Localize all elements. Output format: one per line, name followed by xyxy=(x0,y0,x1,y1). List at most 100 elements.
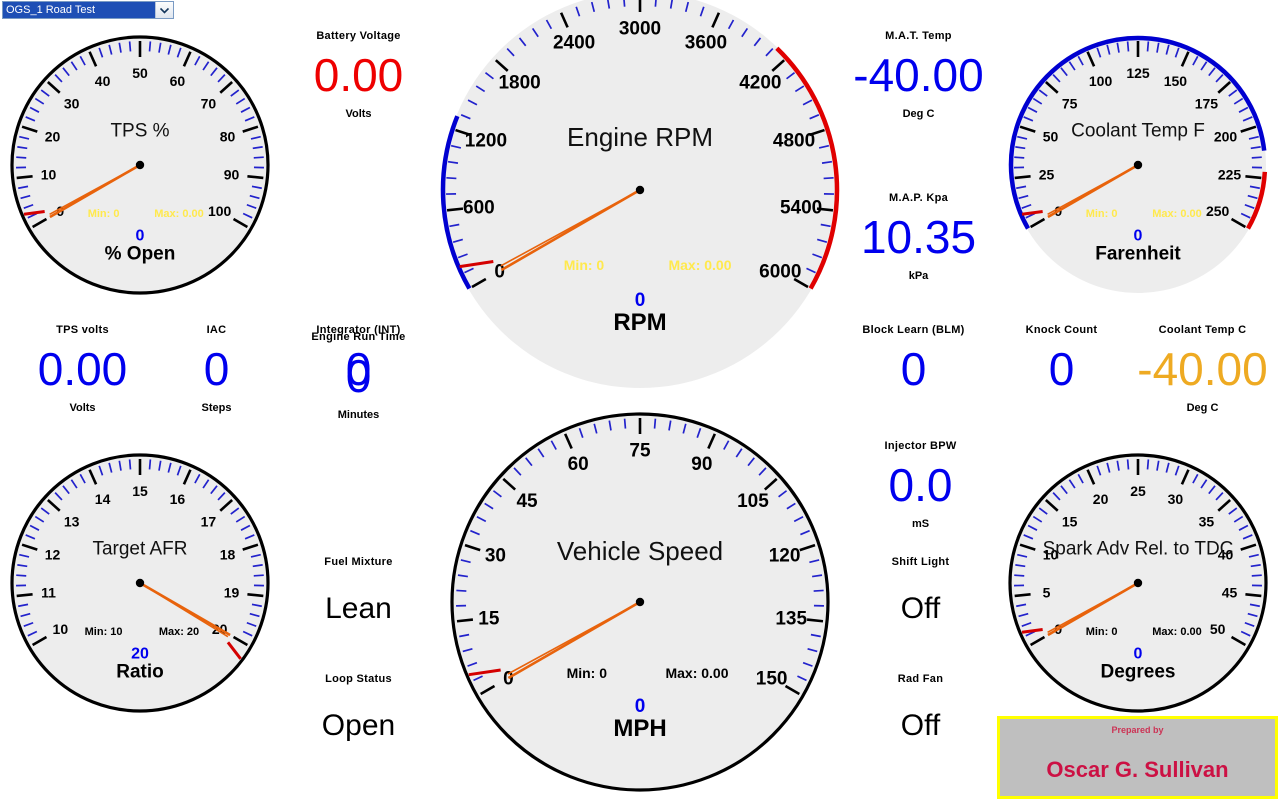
svg-text:0: 0 xyxy=(1134,227,1143,244)
svg-text:150: 150 xyxy=(756,669,788,690)
svg-text:Min: 0: Min: 0 xyxy=(564,257,605,273)
svg-text:50: 50 xyxy=(1043,128,1059,144)
readout-value-coolant-temp-c: -40.00 xyxy=(1137,343,1268,395)
readout-unit-injector-bpw: mS xyxy=(911,518,930,530)
readout-value-knock-count: 0 xyxy=(1048,343,1075,395)
svg-text:175: 175 xyxy=(1195,95,1219,111)
gauge-vehicle-speed: 0 15 30 45 60 75 90 105 120 135 150 Vehicle Speed Mi… xyxy=(442,404,838,800)
svg-text:25: 25 xyxy=(1039,167,1055,183)
readout-label-knock-count: Knock Count xyxy=(1025,324,1098,336)
svg-text:600: 600 xyxy=(463,198,495,219)
readout-label-map-kpa: M.A.P. Kpa xyxy=(888,192,949,204)
gauge-target-afr: 10 11 12 13 14 15 16 17 18 19 20 Target AFR Min: 10 M… xyxy=(2,445,278,721)
svg-text:1200: 1200 xyxy=(465,131,507,152)
readout-fuel-mixture: Fuel Mixture Lean xyxy=(291,556,426,624)
gauge-tps-percent: 0 10 20 30 40 50 60 70 80 90 100 TPS % Min: 0 Max: 0.… xyxy=(2,27,278,303)
svg-text:Ratio: Ratio xyxy=(116,661,164,682)
svg-text:15: 15 xyxy=(1062,513,1078,529)
svg-text:Vehicle Speed: Vehicle Speed xyxy=(557,536,723,566)
gauge-coolant-temp-f: 0 25 50 75 100 125 150 175 200 225 250 Coolant Temp… xyxy=(1000,27,1276,303)
test-selector-value[interactable]: OGS_1 Road Test xyxy=(3,2,155,18)
svg-text:20: 20 xyxy=(45,128,61,144)
svg-text:30: 30 xyxy=(1168,491,1184,507)
readout-value-battery-voltage: 0.00 xyxy=(313,49,404,101)
readout-label-mat-temp: M.A.T. Temp xyxy=(885,30,952,42)
svg-text:17: 17 xyxy=(201,513,217,529)
readout-label-rad-fan: Rad Fan xyxy=(897,673,944,685)
gauge-spark-adv: 05101520253035404550Spark Adv Rel. to TD… xyxy=(1000,445,1276,721)
svg-text:20: 20 xyxy=(1093,491,1109,507)
readout-value-rad-fan: Off xyxy=(900,709,941,742)
svg-text:0: 0 xyxy=(1134,645,1143,662)
readout-value-tps-volts: 0.00 xyxy=(37,343,128,395)
readout-value-fuel-mixture: Lean xyxy=(325,592,392,625)
readout-injector-bpw: Injector BPW 0.0 mS xyxy=(853,440,988,530)
svg-text:Max: 0.00: Max: 0.00 xyxy=(1152,626,1202,638)
svg-text:RPM: RPM xyxy=(613,309,666,336)
svg-text:135: 135 xyxy=(775,609,807,630)
svg-text:250: 250 xyxy=(1206,203,1230,219)
svg-text:75: 75 xyxy=(1062,95,1078,111)
readout-rad-fan: Rad Fan Off xyxy=(853,673,988,741)
svg-text:100: 100 xyxy=(1089,73,1113,89)
readout-unit-mat-temp: Deg C xyxy=(902,108,935,120)
readout-loop-status: Loop Status Open xyxy=(291,673,426,741)
readout-unit-engine-run-time: Minutes xyxy=(337,409,380,421)
svg-text:12: 12 xyxy=(45,546,61,562)
svg-text:60: 60 xyxy=(170,73,186,89)
svg-text:Spark Adv Rel. to TDC: Spark Adv Rel. to TDC xyxy=(1043,538,1234,559)
svg-text:Max: 0.00: Max: 0.00 xyxy=(154,208,204,220)
svg-text:60: 60 xyxy=(568,454,589,475)
svg-text:Farenheit: Farenheit xyxy=(1095,243,1181,264)
readout-block-learn-blm: Block Learn (BLM) 0 xyxy=(846,324,981,392)
readout-value-mat-temp: -40.00 xyxy=(853,49,984,101)
svg-text:150: 150 xyxy=(1164,73,1188,89)
test-selector-dropdown[interactable]: OGS_1 Road Test xyxy=(2,1,174,19)
readout-knock-count: Knock Count 0 xyxy=(994,324,1129,392)
svg-text:25: 25 xyxy=(1130,483,1146,499)
svg-text:Max: 0.00: Max: 0.00 xyxy=(665,665,728,681)
svg-text:14: 14 xyxy=(95,491,111,507)
svg-text:5: 5 xyxy=(1043,585,1051,601)
svg-text:90: 90 xyxy=(224,167,240,183)
svg-text:Min: 0: Min: 0 xyxy=(1086,626,1118,638)
svg-text:19: 19 xyxy=(224,585,240,601)
svg-text:0: 0 xyxy=(635,290,646,311)
svg-text:80: 80 xyxy=(220,128,236,144)
readout-unit-tps-volts: Volts xyxy=(69,402,96,414)
prepared-by-caption: Prepared by xyxy=(1111,725,1164,735)
svg-text:45: 45 xyxy=(516,491,538,512)
svg-text:50: 50 xyxy=(1210,621,1226,637)
svg-text:125: 125 xyxy=(1126,65,1150,81)
dashboard-root: OGS_1 Road Test 0102030405060708090100TP… xyxy=(0,0,1280,800)
svg-text:15: 15 xyxy=(478,609,500,630)
readout-label-loop-status: Loop Status xyxy=(325,673,392,685)
svg-text:35: 35 xyxy=(1199,513,1215,529)
readout-value-map-kpa: 10.35 xyxy=(860,211,977,263)
svg-text:10: 10 xyxy=(41,167,57,183)
svg-text:Min: 0: Min: 0 xyxy=(1086,208,1118,220)
svg-text:Engine RPM: Engine RPM xyxy=(567,122,713,152)
svg-text:30: 30 xyxy=(64,95,80,111)
readout-value-integrator-int: 0 xyxy=(345,343,372,395)
svg-text:Min: 0: Min: 0 xyxy=(88,208,120,220)
svg-text:0: 0 xyxy=(635,696,646,717)
readout-shift-light: Shift Light Off xyxy=(853,556,988,624)
svg-text:20: 20 xyxy=(131,645,149,662)
svg-text:10: 10 xyxy=(53,621,69,637)
svg-text:0: 0 xyxy=(136,227,145,244)
readout-unit-map-kpa: kPa xyxy=(908,270,929,282)
svg-text:2400: 2400 xyxy=(553,33,595,54)
svg-text:MPH: MPH xyxy=(613,715,666,742)
chevron-down-icon[interactable] xyxy=(155,2,173,18)
svg-text:4200: 4200 xyxy=(739,72,781,93)
readout-label-injector-bpw: Injector BPW xyxy=(884,440,957,452)
svg-text:15: 15 xyxy=(132,483,148,499)
svg-text:Min: 0: Min: 0 xyxy=(567,665,608,681)
svg-text:Coolant Temp F: Coolant Temp F xyxy=(1071,120,1205,141)
readout-unit-coolant-temp-c: Deg C xyxy=(1186,402,1219,414)
readout-value-injector-bpw: 0.0 xyxy=(888,459,953,511)
gauge-engine-rpm: 0 600 1200 1800 2400 3000 3600 4200 4800 5400 6000… xyxy=(432,0,848,398)
svg-text:Max: 0.00: Max: 0.00 xyxy=(1152,208,1202,220)
svg-text:50: 50 xyxy=(132,65,148,81)
